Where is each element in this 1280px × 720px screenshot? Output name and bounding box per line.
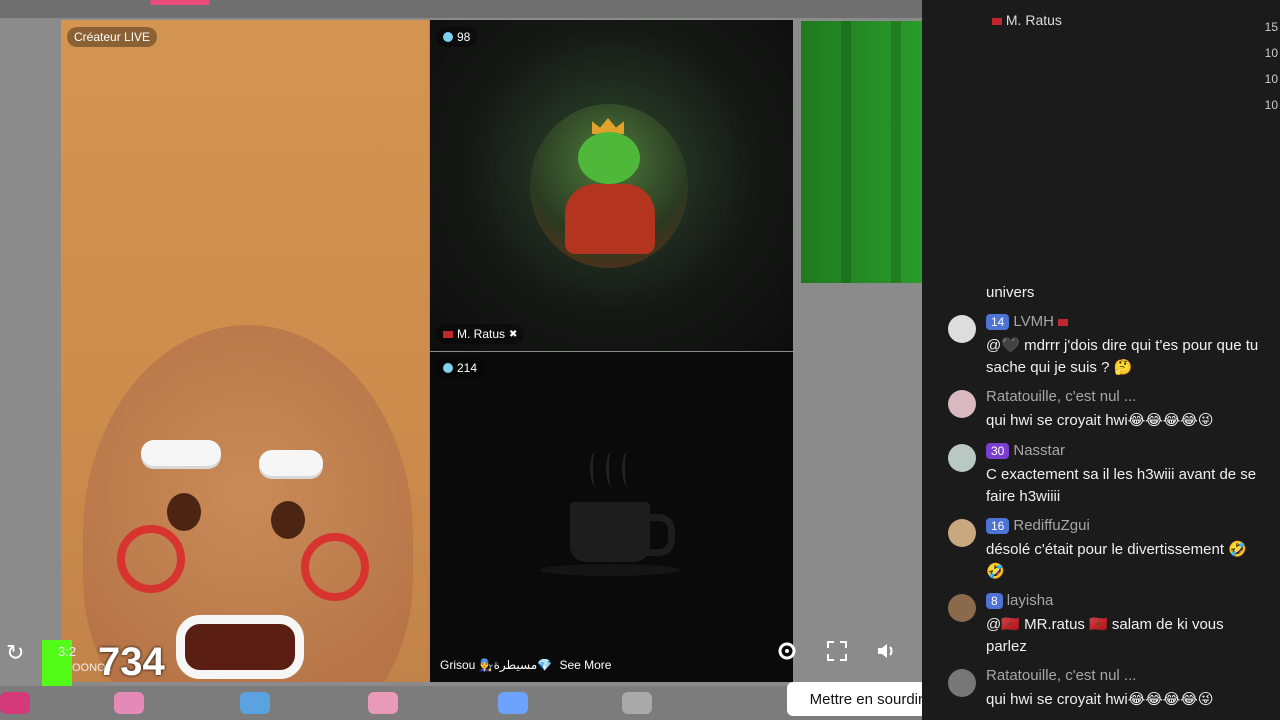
chat-top-user: M. Ratus [992, 12, 1062, 28]
panel-name: M. Ratus [457, 327, 506, 341]
message-author[interactable]: 16 RediffuZgui [986, 517, 1090, 534]
settings-button[interactable] [773, 637, 801, 665]
creator-live-badge: Créateur LIVE [67, 27, 158, 47]
side-number: 10 [1264, 98, 1278, 112]
viewer-count: 214 [457, 361, 478, 375]
gift-icon[interactable] [240, 692, 270, 714]
fullscreen-icon [827, 641, 847, 661]
flag-icon [992, 18, 1002, 25]
avatar[interactable] [948, 444, 976, 472]
flag-icon [443, 330, 453, 338]
curtain [841, 21, 851, 283]
level-badge: 8 [986, 593, 1003, 609]
avatar[interactable] [948, 594, 976, 622]
message-text: qui hwi se croyait hwi😂😂😂😂😜 [986, 412, 1214, 429]
left-eye [167, 493, 201, 531]
chat-username: M. Ratus [1005, 12, 1062, 28]
mute-button[interactable] [872, 637, 900, 665]
refresh-icon[interactable]: ↻ [6, 640, 24, 666]
message-author[interactable]: 8 layisha [986, 592, 1053, 609]
steam-icon [590, 452, 601, 486]
name-badge: M. Ratus ✖ [436, 324, 525, 344]
cup-handle [646, 514, 675, 556]
overlay-count: 734 [98, 640, 165, 684]
right-brow [259, 450, 323, 476]
message-text: désolé c'était pour le divertissement 🤣🤣 [986, 541, 1247, 580]
coffee-cup-icon [570, 502, 650, 562]
stream-stage: Créateur LIVE 98 M. Ratus ✖ 214 Grisou 👨… [0, 0, 984, 720]
gift-icon[interactable] [498, 692, 528, 714]
panel-name: Grisou 👨‍🔧مسيطرة💎 [440, 658, 553, 672]
side-number: 10 [1264, 46, 1278, 60]
fullscreen-button[interactable] [823, 637, 851, 665]
gear-icon [778, 642, 796, 660]
avatar[interactable] [948, 390, 976, 418]
avatar[interactable] [948, 315, 976, 343]
mouse-head [578, 132, 640, 184]
flag-icon [1058, 319, 1069, 326]
viewer-icon [443, 363, 453, 373]
mouth [176, 615, 304, 679]
level-badge: 16 [986, 518, 1010, 534]
curtain [891, 21, 901, 283]
panel-grisou[interactable]: 214 Grisou 👨‍🔧مسيطرة💎 See More [430, 352, 793, 682]
left-cheek [117, 525, 185, 593]
side-number: 10 [1264, 72, 1278, 86]
level-badge: 30 [986, 443, 1010, 459]
right-cheek [301, 533, 369, 601]
message-text: C exactement sa il les h3wiii avant de s… [986, 466, 1257, 505]
gift-icon[interactable] [114, 692, 144, 714]
avatar[interactable] [948, 519, 976, 547]
panel-creator[interactable]: Créateur LIVE [61, 20, 429, 682]
saucer [540, 564, 680, 576]
avatar[interactable] [948, 669, 976, 697]
gift-icon[interactable] [622, 692, 652, 714]
grisou-label: Grisou 👨‍🔧مسيطرة💎 See More [440, 658, 611, 672]
speaker-icon [878, 644, 893, 658]
viewer-count-badge: 98 [436, 27, 478, 47]
gift-icon[interactable] [368, 692, 398, 714]
level-badge: 14 [986, 314, 1010, 330]
steam-icon [622, 452, 633, 486]
mouse-body [565, 184, 655, 254]
message-author[interactable]: 14 LVMH [986, 313, 1069, 330]
viewer-icon [443, 32, 453, 42]
left-brow [141, 440, 221, 466]
viewer-count: 98 [457, 30, 471, 44]
chat-panel: M. Ratus 15 10 10 10 univers 14 LVMH @🖤 m… [922, 0, 1280, 720]
message-author[interactable]: 30 Nasstar [986, 442, 1065, 459]
panel-ratus[interactable]: 98 M. Ratus ✖ [430, 20, 793, 351]
see-more-link[interactable]: See More [559, 658, 611, 672]
side-numbers: 15 10 10 10 [1265, 14, 1278, 118]
message-text: @🖤 mdrrr j'dois dire qui t'es pour que t… [986, 337, 1259, 376]
viewer-count-badge: 214 [436, 358, 485, 378]
steam-icon [606, 452, 617, 486]
right-eye [271, 501, 305, 539]
message-text: qui hwi se croyait hwi😂😂😂😂😜 [986, 691, 1214, 708]
message-text: @🇲🇦 MR.ratus 🇲🇦 salam de ki vous parlez [986, 616, 1224, 655]
message-author[interactable]: Ratatouille, c'est nul ... [986, 667, 1136, 684]
gingerbread-avatar [83, 325, 413, 682]
mouse-king-avatar [530, 104, 688, 268]
top-bar [0, 0, 922, 18]
message-text: univers [986, 284, 1035, 301]
side-number: 15 [1264, 20, 1278, 34]
live-indicator [150, 0, 210, 5]
overlay-time: 3:2 [58, 644, 77, 659]
message-author[interactable]: Ratatouille, c'est nul ... [986, 388, 1136, 405]
gift-icon[interactable] [0, 692, 30, 714]
star-icon: ✖ [509, 328, 518, 340]
